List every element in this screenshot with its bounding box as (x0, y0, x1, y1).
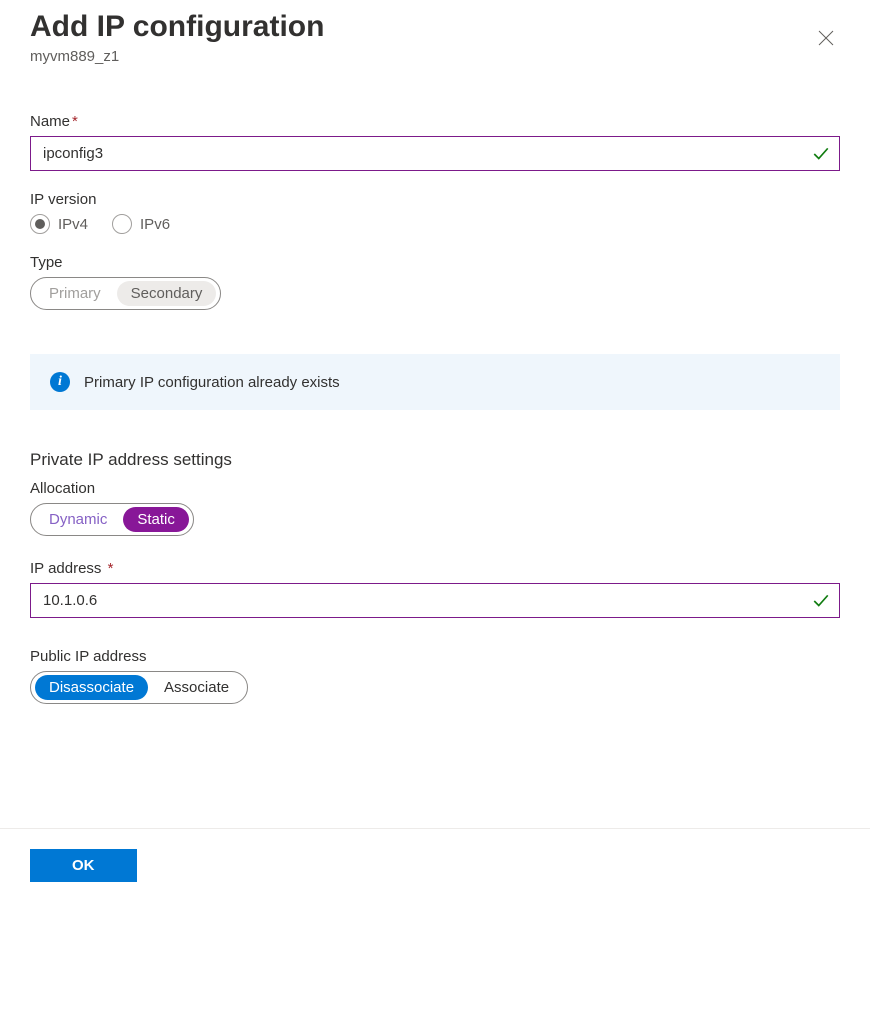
required-asterisk: * (103, 560, 113, 577)
allocation-static[interactable]: Static (123, 507, 189, 532)
name-label-text: Name (30, 113, 70, 130)
add-ip-config-pane: Add IP configuration myvm889_z1 Name* IP… (0, 0, 870, 728)
name-input[interactable] (30, 136, 840, 171)
info-icon: i (50, 372, 70, 392)
close-button[interactable] (812, 24, 840, 52)
ip-version-group: IPv4 IPv6 (30, 214, 840, 234)
ip-address-label: IP address * (30, 560, 840, 577)
name-label: Name* (30, 113, 840, 130)
public-ip-toggle: Disassociate Associate (30, 671, 248, 704)
page-title: Add IP configuration (30, 10, 840, 44)
allocation-label: Allocation (30, 480, 840, 497)
radio-icon (112, 214, 132, 234)
type-toggle: Primary Secondary (30, 277, 221, 310)
page-subtitle: myvm889_z1 (30, 48, 840, 65)
checkmark-icon (812, 592, 830, 610)
public-ip-associate[interactable]: Associate (150, 675, 243, 700)
ok-button[interactable]: OK (30, 849, 137, 882)
public-ip-disassociate[interactable]: Disassociate (35, 675, 148, 700)
close-icon (818, 30, 834, 46)
type-label: Type (30, 254, 840, 271)
allocation-toggle: Dynamic Static (30, 503, 194, 536)
footer: OK (0, 828, 870, 902)
ip-version-label: IP version (30, 191, 840, 208)
type-secondary[interactable]: Secondary (117, 281, 217, 306)
private-ip-heading: Private IP address settings (30, 450, 840, 470)
info-banner: i Primary IP configuration already exist… (30, 354, 840, 410)
ip-address-input[interactable] (30, 583, 840, 618)
radio-ipv6[interactable]: IPv6 (112, 214, 170, 234)
info-text: Primary IP configuration already exists (84, 374, 340, 391)
radio-label: IPv4 (58, 216, 88, 233)
type-primary[interactable]: Primary (35, 281, 115, 306)
ip-address-label-text: IP address (30, 560, 101, 577)
radio-ipv4[interactable]: IPv4 (30, 214, 88, 234)
checkmark-icon (812, 145, 830, 163)
allocation-dynamic[interactable]: Dynamic (35, 507, 121, 532)
public-ip-label: Public IP address (30, 648, 840, 665)
required-asterisk: * (72, 113, 78, 130)
radio-icon (30, 214, 50, 234)
radio-label: IPv6 (140, 216, 170, 233)
